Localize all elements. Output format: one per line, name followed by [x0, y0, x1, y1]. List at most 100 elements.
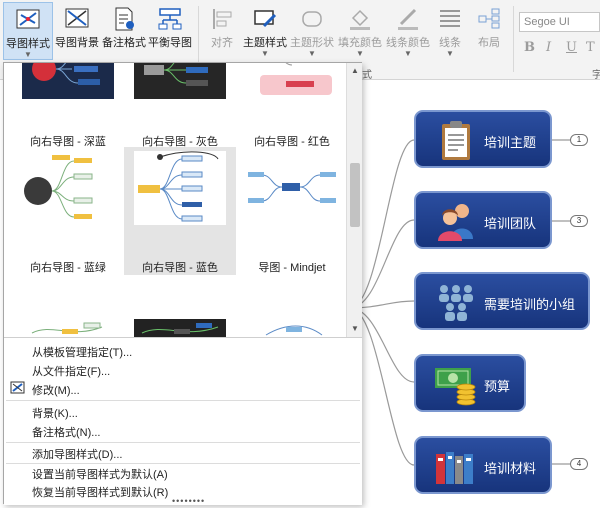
topic-shape-icon: [302, 11, 322, 27]
menu-item-modify[interactable]: 修改(M)...: [32, 382, 80, 398]
gallery-item[interactable]: [12, 315, 124, 337]
topic-label: 需要培训的小组: [484, 297, 576, 312]
gallery-item-label: 向右导图 - 蓝绿: [30, 262, 106, 274]
line-icon: [440, 10, 460, 27]
topic-count-badge[interactable]: 1: [570, 134, 588, 146]
gallery-scrollbar[interactable]: ▲ ▼: [346, 63, 362, 337]
map-background-icon: [65, 8, 89, 28]
line-color-button[interactable]: 线条颜色 ▼: [385, 2, 431, 60]
scroll-thumb[interactable]: [350, 163, 360, 227]
note-format-button[interactable]: 备注格式: [101, 2, 147, 60]
topic-node-training-materials[interactable]: 培训材料: [414, 436, 552, 494]
gallery-item-label: 导图 - Mindjet: [258, 262, 326, 274]
style-gallery: 向右导图 - 深蓝 向右导图 - 灰色 向右导图 - 红色 向右导图 - 蓝绿 …: [4, 63, 346, 337]
font-name-value: Segoe UI: [524, 16, 570, 28]
menu-divider: [6, 463, 360, 464]
group-label-style: 式: [362, 70, 372, 81]
topic-count-badge[interactable]: 3: [570, 215, 588, 227]
menu-item-from-template[interactable]: 从模板管理指定(T)...: [32, 344, 132, 360]
text-style-button[interactable]: T: [586, 40, 595, 55]
chevron-down-icon: ▼: [404, 49, 412, 58]
align-button[interactable]: 对齐: [203, 2, 241, 60]
layout-icon: [478, 8, 500, 29]
scroll-down-icon[interactable]: ▼: [349, 323, 361, 335]
balance-map-button[interactable]: 平衡导图: [147, 2, 193, 60]
underline-button[interactable]: U: [566, 40, 577, 55]
layout-button[interactable]: 布局: [470, 2, 508, 60]
note-format-label: 备注格式: [102, 37, 146, 49]
topic-node-training-team[interactable]: 培训团队: [414, 191, 552, 249]
gallery-item[interactable]: 向右导图 - 红色: [236, 63, 346, 149]
style-menu: 从模板管理指定(T)... 从文件指定(F)... 修改(M)... 背景(K)…: [4, 337, 362, 506]
chevron-down-icon: ▼: [308, 49, 316, 58]
gallery-item[interactable]: [124, 315, 236, 337]
team-icon: [438, 204, 473, 241]
line-button[interactable]: 线条 ▼: [432, 2, 468, 60]
balance-map-label: 平衡导图: [148, 37, 192, 49]
font-name-input[interactable]: Segoe UI: [519, 12, 600, 32]
map-background-label: 导图背景: [55, 37, 99, 49]
chevron-down-icon: ▼: [356, 49, 364, 58]
line-color-label: 线条颜色: [386, 37, 430, 49]
italic-button[interactable]: I: [546, 40, 551, 55]
chevron-down-icon: ▼: [24, 50, 32, 59]
menu-divider: [6, 442, 360, 443]
style-preview: [246, 151, 338, 225]
gallery-item[interactable]: 向右导图 - 蓝绿: [12, 147, 124, 275]
fill-color-label: 填充颜色: [338, 37, 382, 49]
align-icon: [213, 9, 232, 29]
balance-map-icon: [158, 8, 182, 30]
topic-node-training-subject[interactable]: 培训主题: [414, 110, 552, 168]
style-preview: [246, 319, 338, 337]
gallery-item-label: 向右导图 - 蓝色: [142, 262, 218, 274]
gallery-item[interactable]: 导图 - Mindjet: [236, 147, 346, 275]
style-preview: [22, 151, 114, 225]
group-icon: [439, 285, 473, 321]
topic-label: 培训团队: [484, 216, 537, 231]
topic-label: 培训主题: [484, 135, 537, 150]
menu-item-set-default[interactable]: 设置当前导图样式为默认(A): [32, 466, 168, 482]
note-format-icon: [115, 7, 134, 31]
map-style-button[interactable]: 导图样式 ▼: [3, 2, 53, 60]
ribbon-divider: [513, 6, 514, 72]
gallery-item[interactable]: 向右导图 - 深蓝: [12, 63, 124, 149]
map-style-label: 导图样式: [6, 38, 50, 50]
align-label: 对齐: [211, 37, 233, 49]
gallery-item[interactable]: [236, 315, 346, 337]
map-style-dropdown: 向右导图 - 深蓝 向右导图 - 灰色 向右导图 - 红色 向右导图 - 蓝绿 …: [3, 62, 362, 506]
style-preview: [134, 63, 226, 99]
fill-color-button[interactable]: 填充颜色 ▼: [337, 2, 383, 60]
menu-item-background[interactable]: 背景(K)...: [32, 405, 78, 421]
chevron-down-icon: ▼: [261, 49, 269, 58]
menu-item-from-file[interactable]: 从文件指定(F)...: [32, 363, 110, 379]
topic-shape-label: 主题形状: [290, 37, 334, 49]
topic-style-button[interactable]: 主题样式 ▼: [243, 2, 287, 60]
topic-node-budget[interactable]: 预算: [414, 354, 526, 412]
bold-button[interactable]: B: [524, 40, 535, 55]
menu-item-restore-default[interactable]: 恢复当前导图样式到默认(R): [32, 484, 168, 500]
modify-icon: [10, 381, 25, 394]
gallery-item[interactable]: 向右导图 - 灰色: [124, 63, 236, 149]
layout-label: 布局: [478, 37, 500, 49]
map-style-icon: [16, 9, 40, 29]
menu-divider: [6, 400, 360, 401]
style-preview: [22, 319, 114, 337]
style-preview: [134, 319, 226, 337]
menu-item-add-map-style[interactable]: 添加导图样式(D)...: [32, 446, 122, 462]
gallery-item-selected[interactable]: 向右导图 - 蓝色: [124, 147, 236, 275]
resize-grip-icon[interactable]: ••••••••: [172, 496, 205, 506]
map-background-button[interactable]: 导图背景: [53, 2, 101, 60]
line-color-icon: [398, 8, 418, 30]
group-label-font: 字: [592, 70, 600, 81]
style-preview: [246, 63, 338, 99]
menu-item-note-format[interactable]: 备注格式(N)...: [32, 424, 100, 440]
scroll-up-icon[interactable]: ▲: [349, 65, 361, 77]
topic-node-groups-to-train[interactable]: 需要培训的小组: [414, 272, 590, 330]
topic-shape-button[interactable]: 主题形状 ▼: [289, 2, 335, 60]
topic-count-badge[interactable]: 4: [570, 458, 588, 470]
style-preview: [134, 151, 226, 225]
line-label: 线条: [439, 37, 461, 49]
topic-style-label: 主题样式: [243, 37, 287, 49]
clipboard-icon: [442, 121, 470, 160]
chevron-down-icon: ▼: [446, 49, 454, 58]
